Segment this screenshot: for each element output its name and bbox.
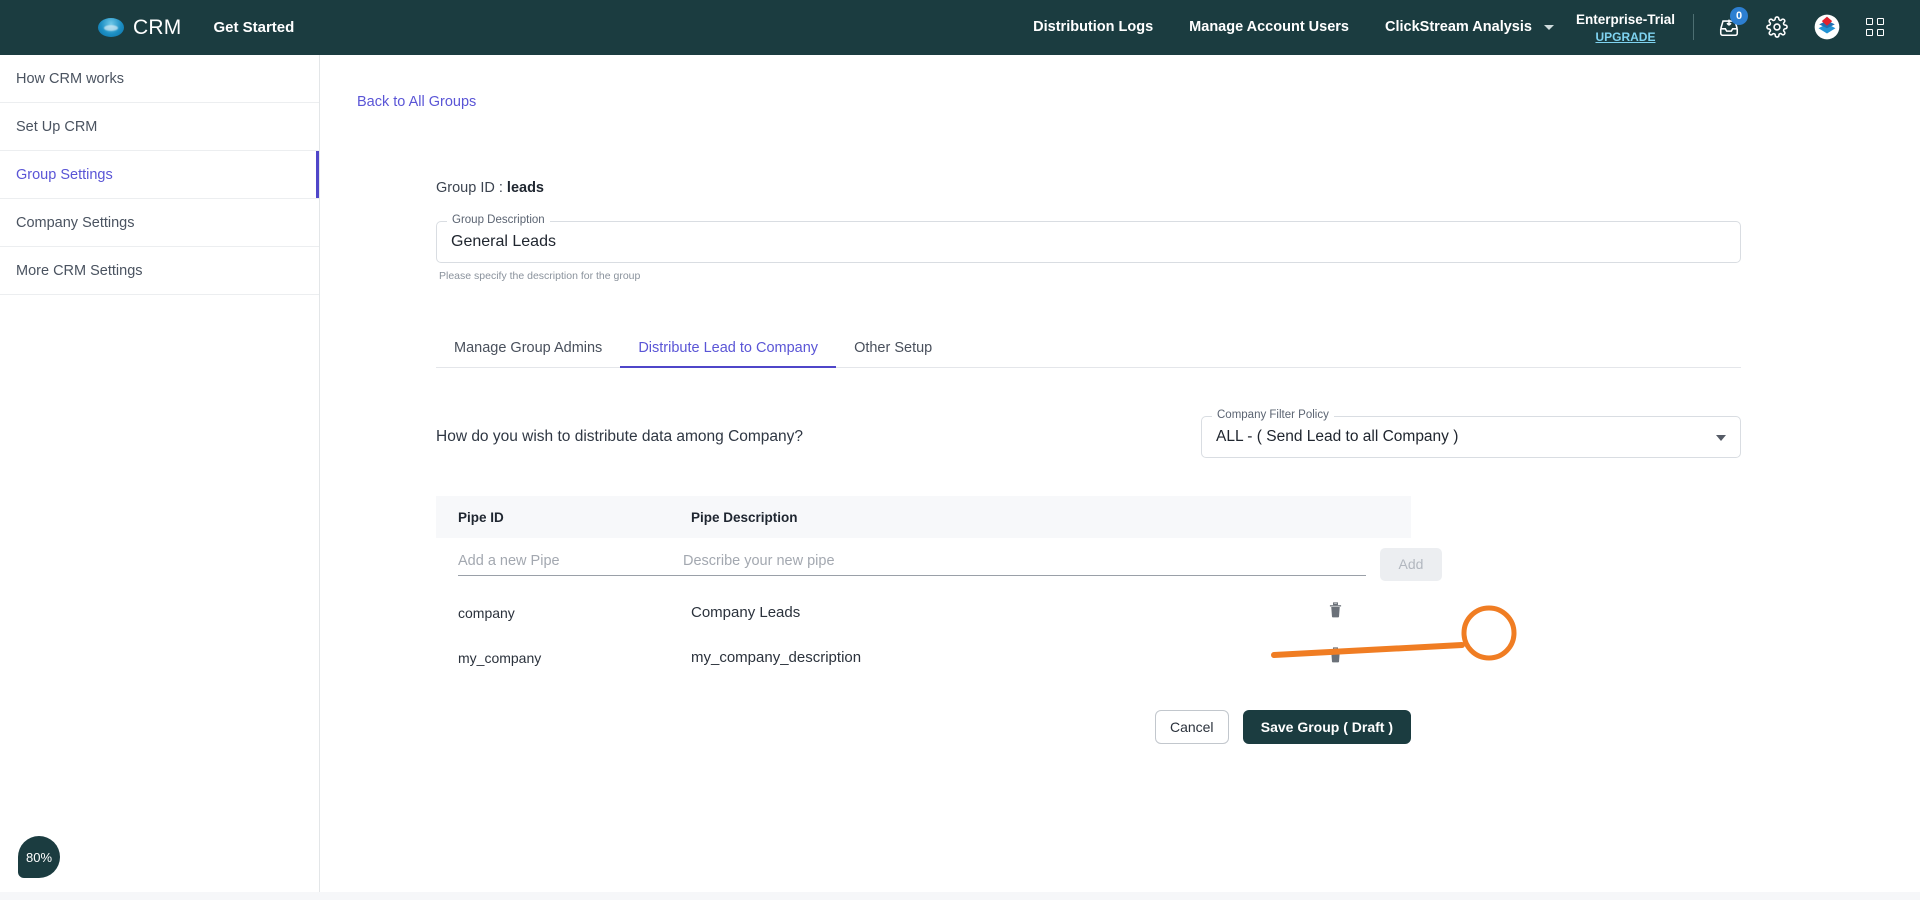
group-description-value: General Leads xyxy=(451,233,556,250)
add-pipe-button[interactable]: Add xyxy=(1380,547,1442,581)
cell-pipe-id: my_company xyxy=(458,649,542,666)
nav-clickstream-analysis[interactable]: ClickStream Analysis xyxy=(1385,19,1532,35)
sidebar-item-label: Group Settings xyxy=(16,166,113,183)
add-cell: Add xyxy=(1366,547,1442,581)
tab-label: Distribute Lead to Company xyxy=(638,339,819,356)
pipe-table: Pipe ID Pipe Description Add a new Pipe … xyxy=(436,496,1442,680)
crm-cloud-logo-icon xyxy=(98,18,124,37)
upgrade-link[interactable]: UPGRADE xyxy=(1576,30,1675,44)
form-actions: Cancel Save Group ( Draft ) xyxy=(436,710,1411,744)
nav-manage-account-users[interactable]: Manage Account Users xyxy=(1189,19,1349,35)
cancel-button[interactable]: Cancel xyxy=(1154,710,1229,744)
nav-distribution-logs[interactable]: Distribution Logs xyxy=(1033,19,1153,35)
delete-pipe-button[interactable] xyxy=(1329,602,1342,623)
settings-button[interactable] xyxy=(1766,16,1788,39)
sidebar-item-label: Set Up CRM xyxy=(16,118,98,135)
column-header-pipe-id: Pipe ID xyxy=(458,509,504,525)
chevron-down-icon xyxy=(1716,435,1726,441)
group-editor: Group ID : leads Group Description Gener… xyxy=(436,180,1741,744)
trash-icon xyxy=(1329,602,1342,618)
column-header-pipe-description: Pipe Description xyxy=(691,509,798,525)
inbox-button[interactable]: 0 xyxy=(1718,7,1748,38)
group-id-value: leads xyxy=(506,180,545,196)
table-row: my_company my_company_description xyxy=(436,635,1411,680)
zoho-logo-icon xyxy=(1814,15,1840,40)
sidebar-item-how-crm-works[interactable]: How CRM works xyxy=(0,55,319,103)
table-row: company Company Leads xyxy=(436,590,1411,635)
new-pipe-id-cell xyxy=(436,552,683,576)
notification-badge: 0 xyxy=(1730,7,1748,26)
cell-pipe-description: my_company_description xyxy=(691,649,862,666)
cell-actions xyxy=(1301,602,1411,623)
company-filter-policy-select[interactable]: Company Filter Policy ALL - ( Send Lead … xyxy=(1201,409,1741,458)
gear-icon xyxy=(1766,16,1788,39)
distribute-question: How do you wish to distribute data among… xyxy=(436,428,804,445)
main-content: Back to All Groups Group ID : leads Grou… xyxy=(321,55,1920,900)
cell-pipe-description: Company Leads xyxy=(691,604,801,621)
brand[interactable]: CRM xyxy=(98,16,181,40)
cell-actions xyxy=(1301,647,1411,668)
group-description-help: Please specify the description for the g… xyxy=(439,270,641,282)
group-id: Group ID : leads xyxy=(436,180,1741,196)
chevron-down-icon[interactable] xyxy=(1542,18,1554,36)
back-to-all-groups-link[interactable]: Back to All Groups xyxy=(357,94,476,110)
bottom-strip xyxy=(0,892,1920,900)
new-pipe-description-input[interactable] xyxy=(683,553,1366,576)
sidebar-item-set-up-crm[interactable]: Set Up CRM xyxy=(0,103,319,151)
sidebar-item-label: How CRM works xyxy=(16,70,124,87)
tab-label: Other Setup xyxy=(854,339,933,356)
tab-label: Manage Group Admins xyxy=(454,339,603,356)
brand-name: CRM xyxy=(133,15,182,39)
plan-block: Enterprise-Trial UPGRADE xyxy=(1576,10,1675,45)
group-description-label: Group Description xyxy=(447,214,550,226)
sidebar-item-label: More CRM Settings xyxy=(16,262,143,279)
tab-manage-group-admins[interactable]: Manage Group Admins xyxy=(436,328,620,367)
sidebar-item-group-settings[interactable]: Group Settings xyxy=(0,151,319,199)
new-pipe-description-cell xyxy=(683,552,1366,576)
header-divider xyxy=(1693,14,1694,41)
cell-pipe-id: company xyxy=(458,604,515,621)
sidebar: How CRM works Set Up CRM Group Settings … xyxy=(0,55,320,900)
pipe-new-row: Add xyxy=(436,538,1442,590)
zoho-app-button[interactable] xyxy=(1814,14,1840,40)
sidebar-item-company-settings[interactable]: Company Settings xyxy=(0,199,319,247)
tab-other-setup[interactable]: Other Setup xyxy=(836,328,950,367)
group-id-label: Group ID : xyxy=(436,180,503,196)
sidebar-item-label: Company Settings xyxy=(16,214,135,231)
onboarding-progress-badge[interactable]: 80% xyxy=(18,836,60,878)
company-filter-policy-label: Company Filter Policy xyxy=(1212,409,1334,421)
save-group-draft-button[interactable]: Save Group ( Draft ) xyxy=(1242,710,1411,744)
sidebar-item-more-crm-settings[interactable]: More CRM Settings xyxy=(0,247,319,295)
distribute-row: How do you wish to distribute data among… xyxy=(436,409,1741,458)
new-pipe-id-input[interactable] xyxy=(458,553,683,576)
company-filter-policy-value: ALL - ( Send Lead to all Company ) xyxy=(1216,428,1459,445)
pipe-table-header: Pipe ID Pipe Description xyxy=(436,496,1411,538)
group-description-field[interactable]: Group Description General Leads xyxy=(436,214,1741,263)
header-nav: Distribution Logs Manage Account Users C… xyxy=(1033,7,1920,45)
tab-bar: Manage Group Admins Distribute Lead to C… xyxy=(436,328,1741,368)
delete-pipe-button[interactable] xyxy=(1329,647,1342,668)
plan-name: Enterprise-Trial xyxy=(1575,12,1675,28)
get-started-link[interactable]: Get Started xyxy=(213,19,294,36)
top-header: CRM Get Started Distribution Logs Manage… xyxy=(0,0,1920,55)
progress-value: 80% xyxy=(25,849,53,865)
tab-distribute-lead-to-company[interactable]: Distribute Lead to Company xyxy=(620,328,836,368)
app-grid-icon[interactable] xyxy=(1866,18,1884,37)
trash-icon xyxy=(1329,647,1342,663)
